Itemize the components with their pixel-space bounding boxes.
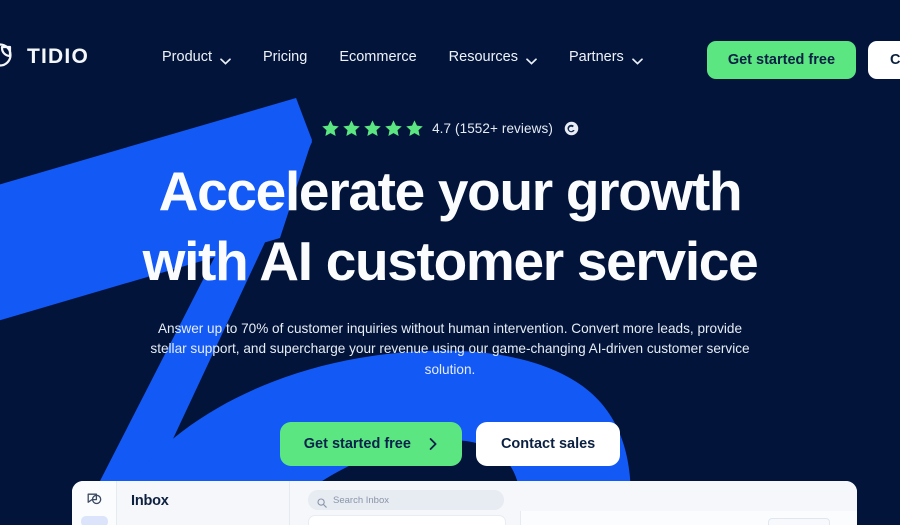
- headline-line-2: with AI customer service: [142, 229, 759, 292]
- nav-item-label: Pricing: [262, 48, 308, 65]
- hero-get-started-free-button[interactable]: Get started free: [279, 421, 462, 466]
- nav-item-ecommerce[interactable]: Ecommerce: [323, 41, 432, 73]
- star-rating: [321, 119, 424, 138]
- nav-item-partners[interactable]: Partners: [553, 41, 659, 73]
- hero-cta-primary-label: Get started free: [303, 435, 411, 452]
- nav-get-started-free-button[interactable]: Get started free: [706, 41, 857, 79]
- star-icon: [363, 119, 382, 138]
- review-platform-badge-icon: [564, 121, 579, 136]
- nav-item-product[interactable]: Product: [146, 41, 247, 73]
- mockup-search-input[interactable]: Search Inbox: [308, 490, 504, 510]
- nav-item-resources[interactable]: Resources: [433, 41, 553, 73]
- star-icon: [321, 119, 340, 138]
- chat-bubbles-icon[interactable]: [86, 491, 103, 508]
- product-preview-mockup: Inbox Search Inbox: [72, 481, 857, 525]
- mockup-main-panel: Search Inbox: [290, 481, 857, 525]
- nav-actions: Get started free Contact: [706, 41, 900, 79]
- nav-item-label: Partners: [568, 48, 624, 65]
- star-icon: [384, 119, 403, 138]
- tidio-logo-icon: [0, 42, 18, 72]
- mockup-sidebar-active-item[interactable]: [80, 516, 108, 525]
- mockup-search-placeholder: Search Inbox: [333, 494, 389, 506]
- hero-cta-group: Get started free Contact sales: [0, 421, 900, 466]
- star-icon: [342, 119, 361, 138]
- brand-logo[interactable]: TIDIO: [0, 42, 100, 72]
- nav-item-label: Resources: [448, 48, 518, 65]
- chevron-down-icon: [526, 53, 537, 65]
- mockup-inbox-title: Inbox: [131, 493, 169, 509]
- nav-item-label: Product: [162, 48, 212, 65]
- nav-item-label: Ecommerce: [339, 48, 417, 65]
- page-title: Accelerate your growth with AI customer …: [0, 157, 900, 297]
- nav-contact-sales-button[interactable]: Contact: [868, 41, 900, 79]
- mockup-detail-chip[interactable]: [768, 518, 830, 525]
- hero-contact-sales-button[interactable]: Contact sales: [475, 421, 621, 466]
- star-icon: [405, 119, 424, 138]
- chevron-right-icon: [429, 437, 438, 450]
- nav-item-pricing[interactable]: Pricing: [247, 41, 323, 73]
- top-navigation-bar: TIDIO Product Pricing Ecommerce Resource…: [0, 0, 900, 113]
- chevron-down-icon: [220, 53, 231, 65]
- mockup-conversation-card[interactable]: [308, 515, 506, 525]
- chevron-down-icon: [631, 53, 643, 65]
- brand-name: TIDIO: [27, 44, 89, 68]
- headline-line-1: Accelerate your growth: [158, 160, 743, 222]
- nav-links: Product Pricing Ecommerce Resources Part…: [146, 41, 659, 73]
- rating-row: 4.7 (1552+ reviews): [0, 113, 900, 143]
- rating-text: 4.7 (1552+ reviews): [432, 120, 553, 136]
- hero-subtitle: Answer up to 70% of customer inquiries w…: [150, 320, 750, 377]
- mockup-conversation-list: Inbox: [117, 481, 290, 525]
- mockup-sidebar-rail: [72, 481, 117, 525]
- search-icon: [317, 495, 327, 508]
- hero-section: 4.7 (1552+ reviews) Accelerate your grow…: [0, 113, 900, 466]
